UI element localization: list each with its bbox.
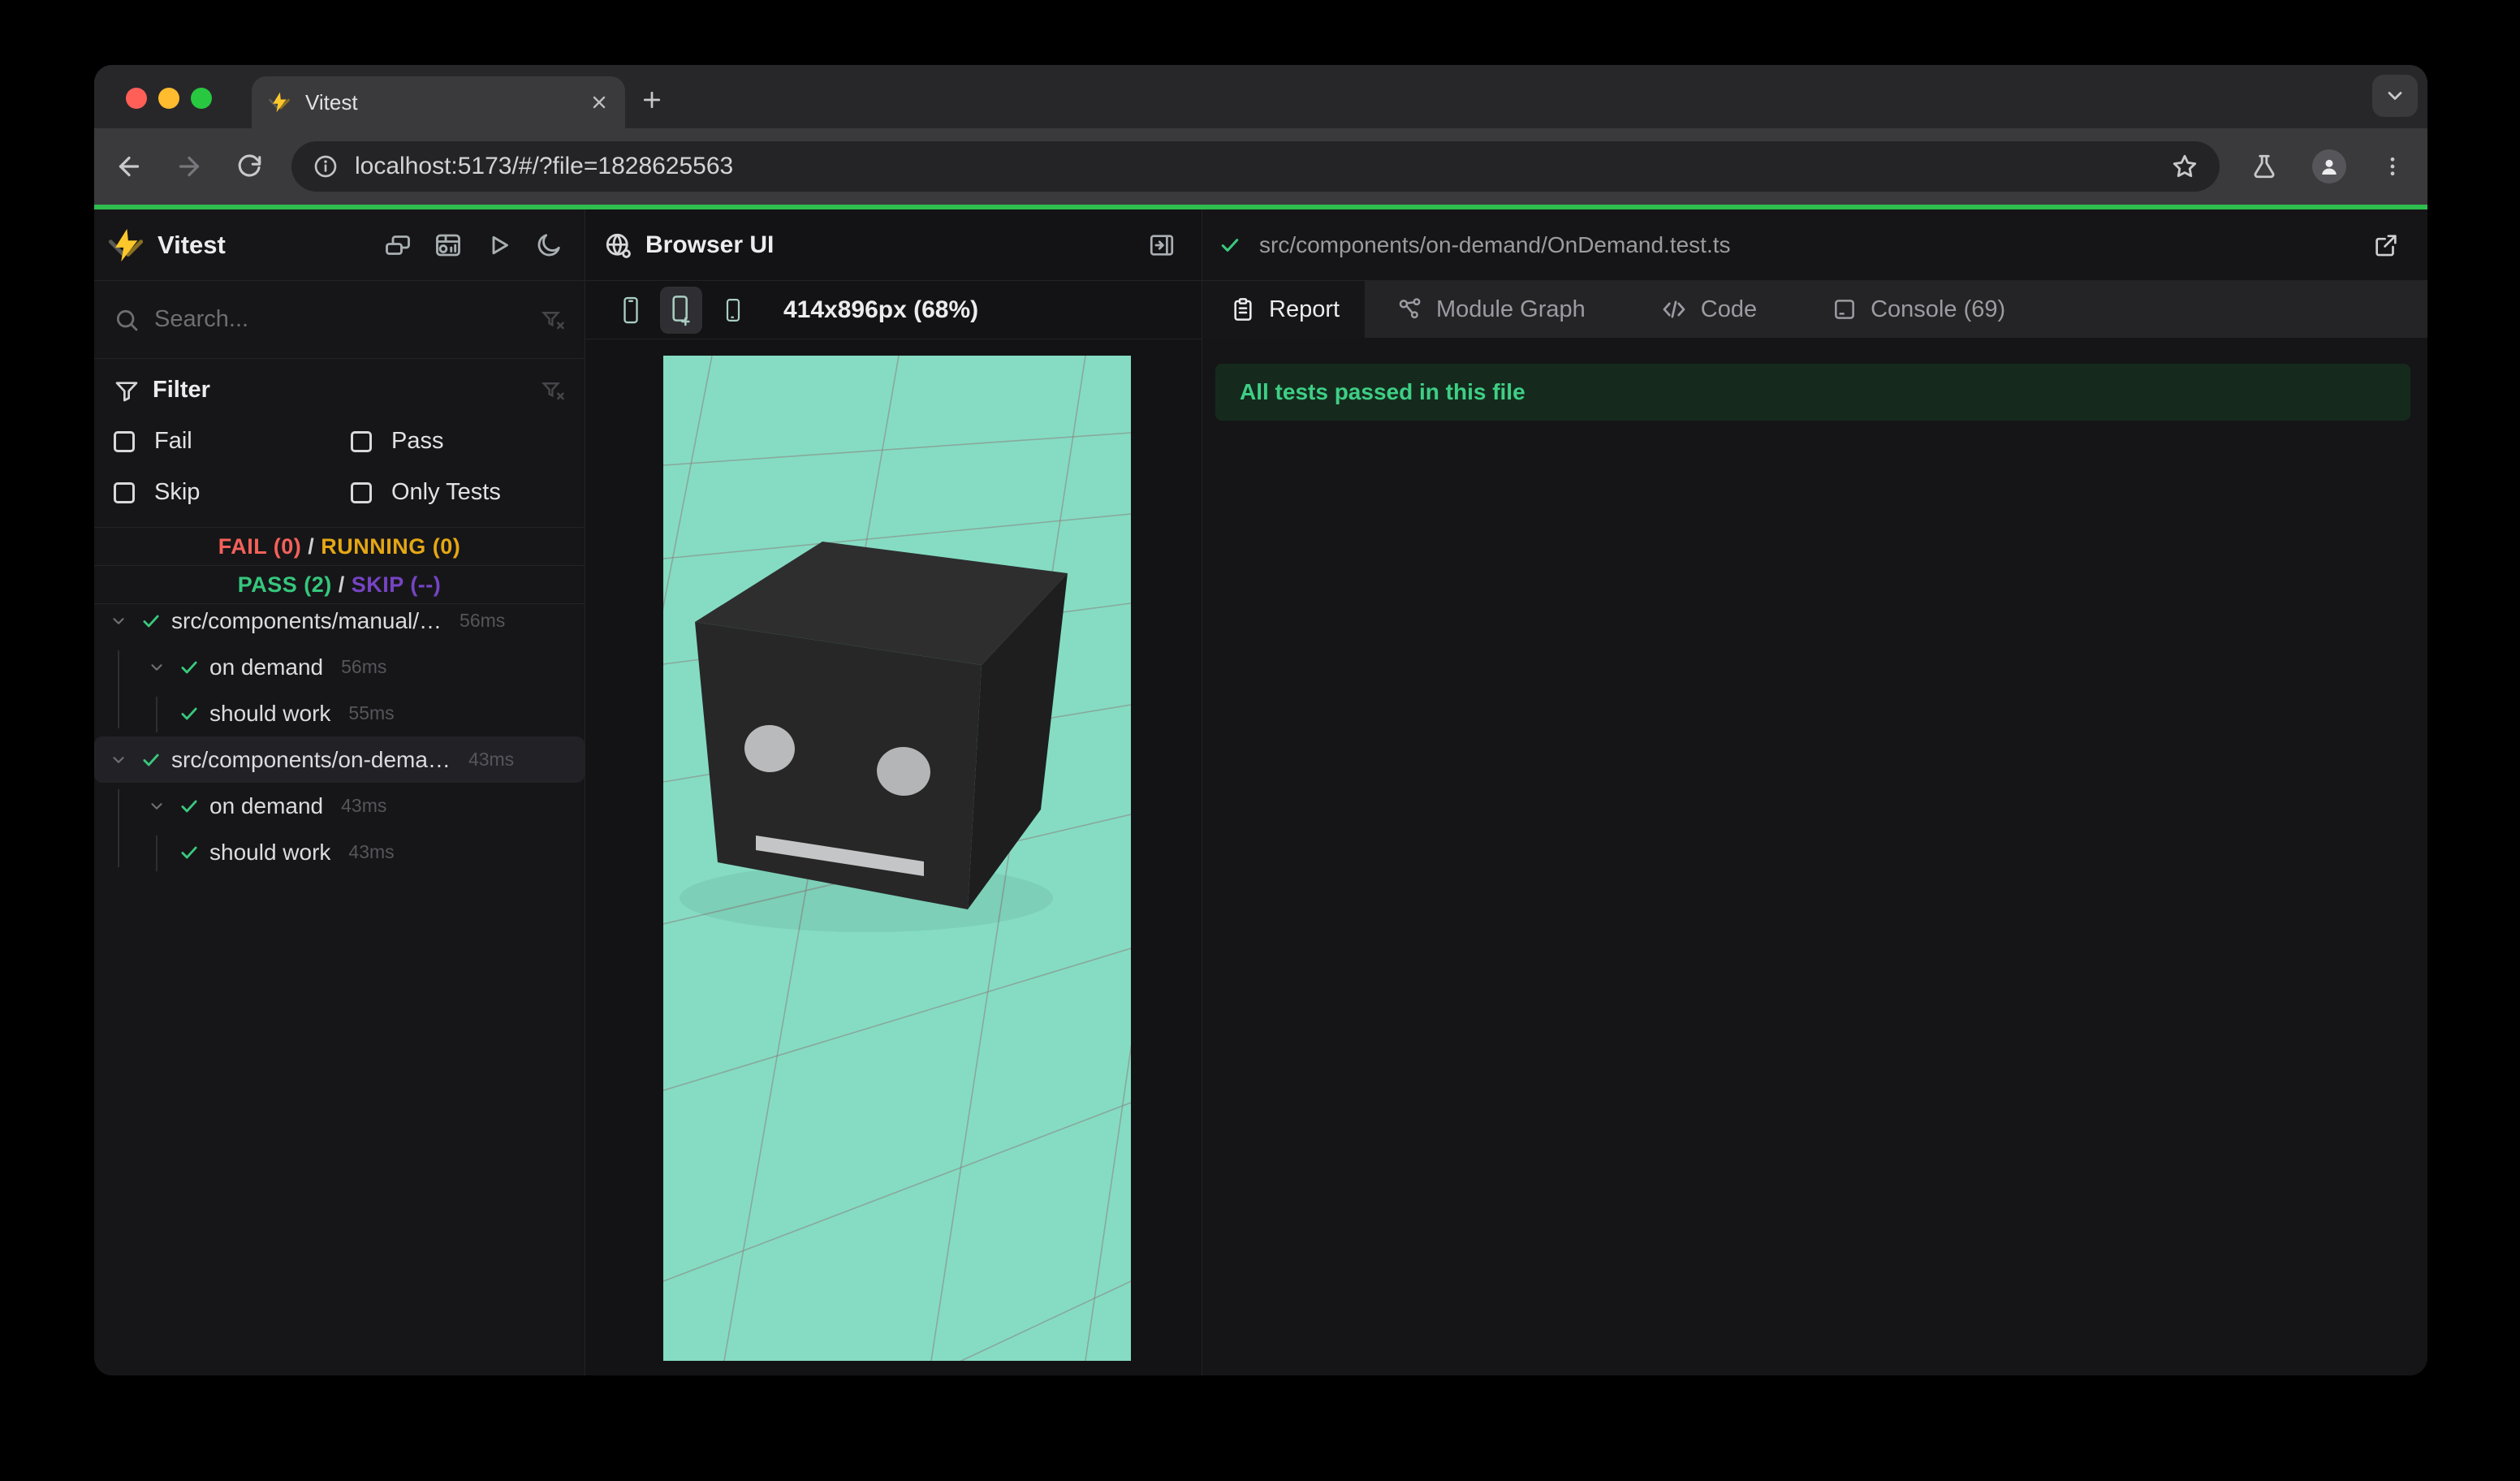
tree-test-row[interactable]: should work 43ms [94,829,585,875]
close-tab-icon[interactable] [589,93,609,112]
sidebar-header-actions [383,231,585,260]
chevron-down-icon[interactable] [108,751,129,769]
maximize-window-button[interactable] [191,88,212,109]
all-tests-passed-banner: All tests passed in this file [1215,364,2410,421]
vitest-logo [107,227,145,264]
device-toolbar: 414x896px (68%) [585,281,1202,339]
bookmark-star-icon[interactable] [2171,153,2199,180]
filter-checkbox-fail[interactable]: Fail [114,428,351,455]
tab-code[interactable]: Code [1633,281,1784,338]
forward-button[interactable] [159,152,219,181]
tab-search-chevron-button[interactable] [2372,75,2418,117]
cascade-windows-icon[interactable] [383,231,412,260]
device-tablet-button[interactable] [712,287,754,334]
run-all-play-icon[interactable] [484,231,513,260]
tree-file-row-selected[interactable]: src/components/on-dema… 43ms [94,736,585,783]
address-bar[interactable]: localhost:5173/#/?file=1828625563 [291,141,2220,192]
console-icon [1832,296,1858,322]
experiments-flask-icon[interactable] [2250,153,2278,180]
summary-fail-running: FAIL (0) / RUNNING (0) [94,528,585,566]
clear-search-filter-icon[interactable] [541,308,565,332]
chevron-down-icon[interactable] [146,797,167,815]
open-in-editor-external-link-icon[interactable] [2372,231,2427,259]
funnel-icon [114,378,140,404]
browser-tab[interactable]: Vitest [252,76,625,128]
toolbar-right-actions [2250,128,2405,205]
threejs-scene [516,355,1232,1375]
chevron-down-icon[interactable] [108,612,129,630]
browser-ui-panel: Browser UI 414x896px (68%) [516,209,1232,1375]
filter-title: Filter [153,377,210,403]
tree-test-row[interactable]: should work 55ms [94,690,585,736]
code-icon [1660,296,1688,323]
tree-suite-row[interactable]: on demand 43ms [94,783,585,829]
checkbox-icon[interactable] [351,481,372,503]
vitest-favicon [268,91,291,114]
globe-icon [603,231,632,260]
app-title: Vitest [158,230,226,259]
search-icon [114,307,140,333]
pass-check-icon [179,842,200,863]
new-tab-button[interactable] [640,88,664,112]
pass-check-icon [140,611,162,632]
browser-menu-kebab-icon[interactable] [2380,154,2405,179]
pass-check-icon [179,796,200,817]
pass-check-icon [179,703,200,724]
checkbox-icon[interactable] [114,481,135,503]
browser-panel-header: Browser UI [585,209,1202,281]
search-input[interactable]: Search... [154,306,541,333]
pass-check-icon [1219,234,1241,257]
reload-button[interactable] [219,153,279,180]
desktop: Vitest localhost:5173/#/?file=1828625563… [0,0,2520,1481]
tab-console[interactable]: Console (69) [1804,281,2033,338]
dark-mode-moon-icon[interactable] [534,231,563,260]
open-panel-right-icon[interactable] [1148,231,1202,259]
report-panel-header: src/components/on-demand/OnDemand.test.t… [1202,209,2427,281]
clear-filters-icon[interactable] [541,378,565,403]
sidebar: Vitest Search... Filter Fail Pass Skip O… [94,209,585,1375]
filter-panel: Filter Fail Pass Skip Only Tests [94,359,585,528]
filter-checkbox-pass[interactable]: Pass [351,428,565,455]
pass-check-icon [140,749,162,771]
search-bar[interactable]: Search... [94,281,585,359]
minimize-window-button[interactable] [158,88,179,109]
checkbox-icon[interactable] [114,430,135,452]
filter-checkbox-only-tests[interactable]: Only Tests [351,479,565,506]
tab-module-graph[interactable]: Module Graph [1370,281,1613,338]
back-button[interactable] [99,152,159,181]
tree-suite-row[interactable]: on demand 56ms [94,644,585,690]
viewport-size-label[interactable]: 414x896px (68%) [783,296,978,324]
dashboard-icon[interactable] [434,231,463,260]
chevron-down-icon[interactable] [146,658,167,676]
tree-file-row[interactable]: src/components/manual/… 56ms [94,598,585,644]
filter-checkbox-skip[interactable]: Skip [114,479,351,506]
url-text[interactable]: localhost:5173/#/?file=1828625563 [355,153,2171,180]
device-mobile-plus-button-selected[interactable] [660,286,702,334]
test-file-path: src/components/on-demand/OnDemand.test.t… [1259,231,1731,257]
report-panel: src/components/on-demand/OnDemand.test.t… [1202,209,2427,1375]
profile-avatar[interactable] [2312,149,2346,184]
clipboard-icon [1230,296,1256,322]
browser-window: Vitest localhost:5173/#/?file=1828625563… [94,65,2427,1375]
checkbox-icon[interactable] [351,430,372,452]
tab-report[interactable]: Report [1202,281,1365,338]
report-tab-bar: Report Module Graph Code Console (69) [1202,281,2427,338]
pass-check-icon [179,657,200,678]
tab-title: Vitest [305,89,358,114]
sidebar-header: Vitest [94,209,585,281]
module-graph-icon [1397,296,1423,322]
close-window-button[interactable] [126,88,147,109]
tab-strip: Vitest [94,65,2427,128]
browser-panel-title: Browser UI [645,231,775,258]
browser-preview-viewport[interactable] [516,355,1232,1375]
device-mobile-button[interactable] [610,287,652,334]
vitest-ui: Vitest Search... Filter Fail Pass Skip O… [94,209,2427,1375]
site-info-icon[interactable] [313,153,339,179]
